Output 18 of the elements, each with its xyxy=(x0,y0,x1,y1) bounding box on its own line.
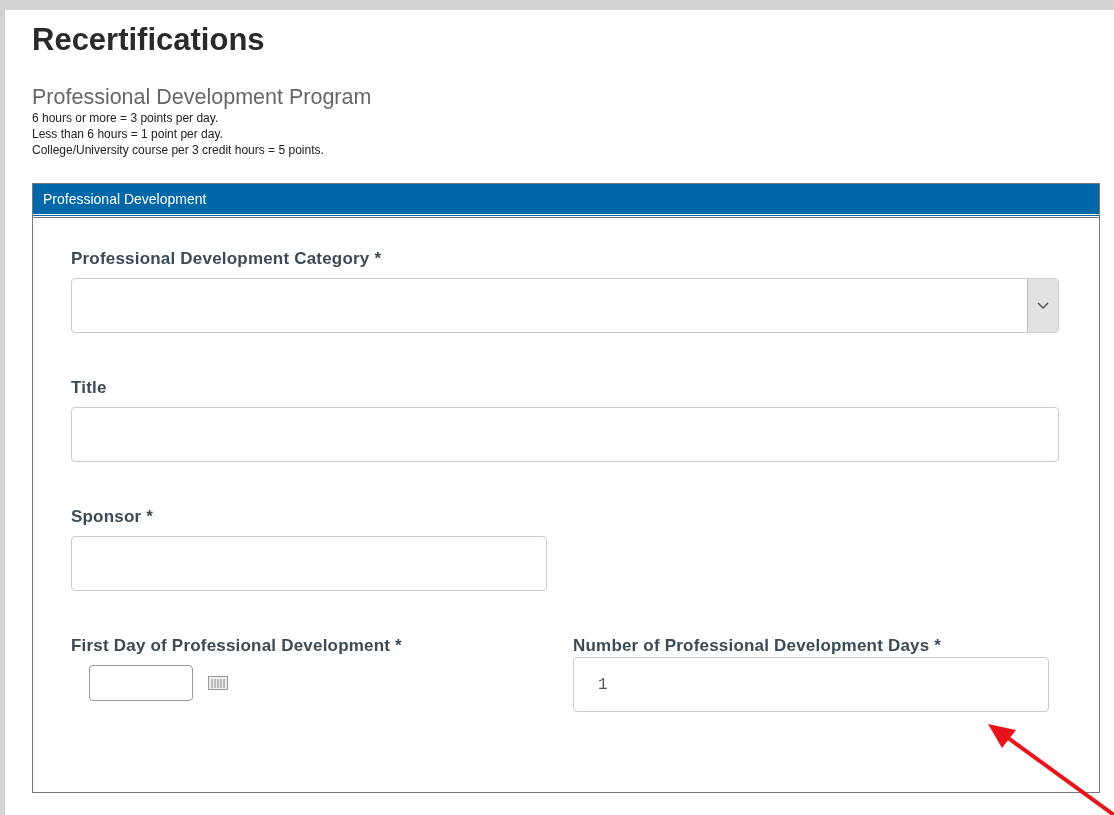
note-text: Less than 6 hours = 1 point per day. xyxy=(32,126,224,142)
field-label: Professional Development Category * xyxy=(71,249,383,269)
note-text: College/University course per 3 credit hours = 5 points. xyxy=(32,142,325,158)
number-field[interactable]: 1 xyxy=(573,657,1049,712)
chevron-down-icon xyxy=(1037,301,1049,310)
field-label: Sponsor * xyxy=(71,507,155,527)
section-title: Professional Development Program xyxy=(32,84,373,110)
text-field[interactable] xyxy=(71,407,1059,462)
text-field[interactable] xyxy=(71,536,547,591)
date-field[interactable] xyxy=(89,665,193,701)
page-heading: Recertifications xyxy=(32,22,266,58)
calendar-icon[interactable] xyxy=(208,676,228,690)
field-label: First Day of Professional Development * xyxy=(71,636,403,656)
dropdown-field[interactable] xyxy=(71,278,1059,333)
panel-header: Professional Development xyxy=(33,184,1099,217)
note-text: 6 hours or more = 3 points per day. xyxy=(32,110,220,126)
field-label: Title xyxy=(71,378,108,398)
field-label: Number of Professional Development Days * xyxy=(573,636,943,656)
